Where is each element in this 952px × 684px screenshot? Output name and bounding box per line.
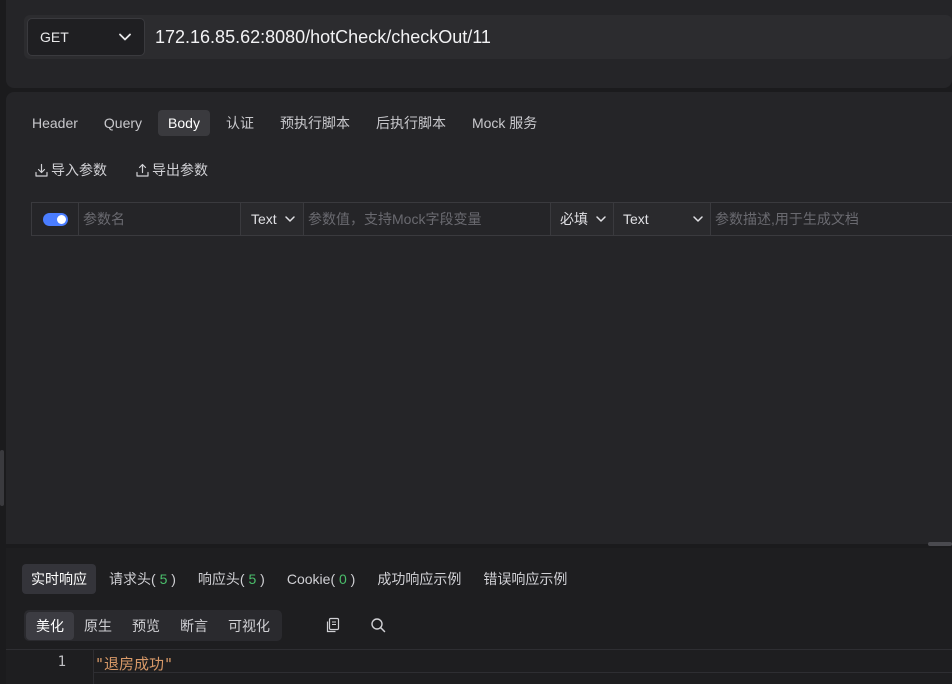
param-desc-cell — [711, 203, 952, 235]
param-desc-input[interactable] — [711, 211, 952, 227]
tab-label: 响应头 — [197, 571, 240, 587]
tab-error-example[interactable]: 错误响应示例 — [474, 564, 576, 594]
tab-body[interactable]: Body — [158, 110, 210, 136]
export-params-button[interactable]: 导出参数 — [135, 160, 208, 180]
copy-icon[interactable] — [324, 616, 342, 634]
url-bar: GET — [24, 15, 952, 59]
view-mode-group: 美化 原生 预览 断言 可视化 — [24, 610, 282, 641]
tab-pre-script[interactable]: 预执行脚本 — [270, 108, 360, 138]
tab-auth[interactable]: 认证 — [216, 108, 264, 138]
param-type-select[interactable]: Text — [241, 203, 304, 235]
param-enable-cell — [32, 203, 79, 235]
tab-label: 错误响应示例 — [483, 571, 568, 587]
count-badge: 5 — [248, 571, 257, 587]
param-type-label: Text — [251, 211, 277, 227]
line-separator — [94, 672, 952, 673]
tab-query[interactable]: Query — [94, 110, 152, 136]
left-resize-handle[interactable] — [0, 450, 4, 506]
response-code-area[interactable]: 1 "退房成功" — [6, 649, 952, 684]
view-tab-pretty[interactable]: 美化 — [26, 611, 74, 640]
import-export-row: 导入参数 导出参数 — [34, 160, 208, 180]
chevron-down-icon — [691, 212, 705, 226]
export-params-label: 导出参数 — [152, 162, 208, 178]
response-tabs: 实时响应 请求头( 5 ) 响应头( 5 ) Cookie( 0 ) 成功响应示… — [22, 564, 576, 594]
gutter-divider — [93, 650, 94, 684]
param-name-input[interactable] — [79, 211, 240, 227]
param-row: Text 必填 Text — [31, 202, 952, 236]
tab-success-example[interactable]: 成功响应示例 — [368, 564, 470, 594]
param-content-type-label: Text — [623, 211, 649, 227]
method-label: GET — [40, 29, 69, 45]
search-icon[interactable] — [369, 616, 387, 634]
tab-header[interactable]: Header — [22, 110, 88, 136]
view-tab-visualize[interactable]: 可视化 — [218, 612, 280, 640]
tab-response-headers[interactable]: 响应头( 5 ) — [189, 564, 274, 594]
tab-cookie[interactable]: Cookie( 0 ) — [278, 566, 365, 592]
tab-label: Cookie — [286, 571, 331, 587]
request-panel: Header Query Body 认证 预执行脚本 后执行脚本 Mock 服务… — [6, 92, 952, 544]
chevron-down-icon — [594, 212, 608, 226]
import-params-button[interactable]: 导入参数 — [34, 160, 107, 180]
request-tabs: Header Query Body 认证 预执行脚本 后执行脚本 Mock 服务 — [22, 108, 547, 138]
view-tab-assert[interactable]: 断言 — [170, 612, 218, 640]
method-select[interactable]: GET — [27, 18, 145, 56]
line-number: 1 — [57, 654, 66, 670]
count-badge: 5 — [159, 571, 168, 587]
param-name-cell — [79, 203, 241, 235]
tab-realtime-response[interactable]: 实时响应 — [22, 564, 96, 594]
chevron-down-icon — [283, 212, 297, 226]
param-value-cell — [304, 203, 551, 235]
download-icon — [34, 163, 49, 178]
param-value-input[interactable] — [304, 211, 550, 227]
view-tab-preview[interactable]: 预览 — [122, 612, 170, 640]
view-tab-raw[interactable]: 原生 — [74, 612, 122, 640]
tab-label: 实时响应 — [31, 571, 87, 587]
url-input[interactable] — [155, 21, 935, 53]
tab-label: 请求头 — [109, 571, 151, 587]
param-required-select[interactable]: 必填 — [551, 203, 614, 235]
request-url-area: GET — [6, 0, 952, 88]
tab-label: 成功响应示例 — [377, 571, 462, 587]
param-enable-toggle[interactable] — [42, 212, 68, 226]
code-line: "退房成功" — [95, 655, 174, 673]
chevron-down-icon — [118, 30, 132, 44]
tab-mock-service[interactable]: Mock 服务 — [462, 108, 547, 138]
count-badge: 0 — [339, 571, 347, 587]
param-required-label: 必填 — [560, 211, 588, 227]
param-content-type-select[interactable]: Text — [614, 203, 711, 235]
tab-request-headers[interactable]: 请求头( 5 ) — [100, 564, 185, 594]
response-panel: 实时响应 请求头( 5 ) 响应头( 5 ) Cookie( 0 ) 成功响应示… — [6, 548, 952, 684]
tab-post-script[interactable]: 后执行脚本 — [366, 108, 456, 138]
panel-resize-handle[interactable] — [928, 542, 952, 546]
upload-icon — [135, 163, 150, 178]
import-params-label: 导入参数 — [51, 162, 107, 178]
